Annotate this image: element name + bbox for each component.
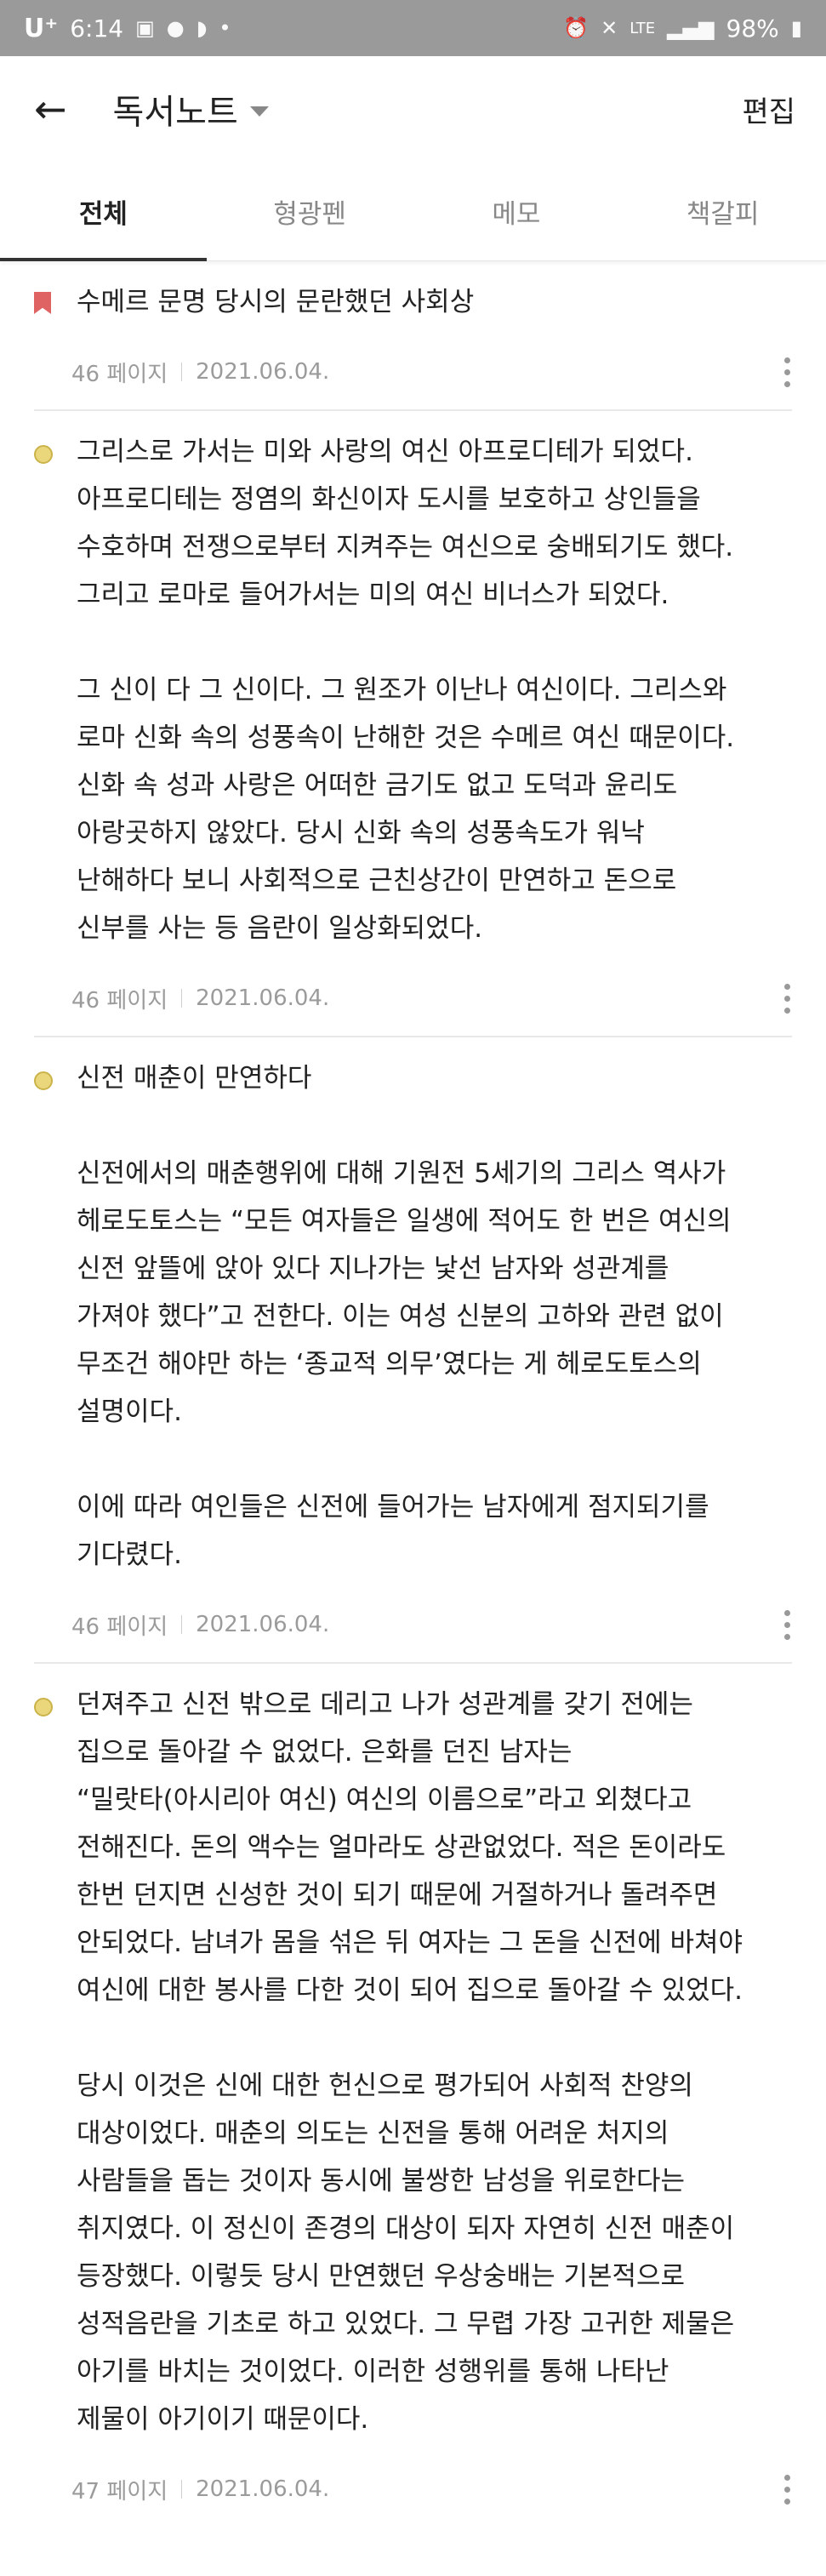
time-label: 6:14 — [70, 14, 124, 43]
dropdown-caret-icon — [249, 106, 269, 117]
meta-divider — [181, 1615, 183, 1634]
page-title: 독서노트 — [112, 93, 238, 132]
more-vertical-icon[interactable] — [777, 1609, 797, 1640]
note-date: 2021.06.04. — [196, 1612, 330, 1637]
note-meta: 46 페이지 2021.06.04. — [34, 1587, 792, 1662]
note-date: 2021.06.04. — [196, 2476, 330, 2502]
note-date: 2021.06.04. — [196, 359, 330, 385]
gallery-notification-icon: ▣ — [135, 16, 155, 40]
note-page: 47 페이지 — [71, 2478, 168, 2505]
note-item[interactable]: 던져주고 신전 밖으로 데리고 나가 성관계를 갖기 전에는 집으로 돌아갈 수… — [34, 1664, 792, 2527]
status-right: ⏰ ✕ LTE ▂▄▆ 98% ▮ — [563, 14, 802, 43]
highlight-dot-icon — [34, 1071, 53, 1090]
mute-icon: ✕ — [601, 16, 618, 40]
highlight-dot-icon — [34, 445, 53, 464]
note-body: 그리스로 가서는 미와 사랑의 여신 아프로디테가 되었다. 아프로디테는 정염… — [34, 428, 792, 952]
note-body: 신전 매춘이 만연하다 신전에서의 매춘행위에 대해 기원전 5세기의 그리스 … — [34, 1054, 792, 1579]
note-meta-info: 47 페이지 2021.06.04. — [71, 2474, 329, 2505]
tab-bar: 전체 형광펜 메모 책갈피 — [0, 162, 826, 261]
more-vertical-icon[interactable] — [777, 357, 797, 387]
note-item[interactable]: 수메르 문명 당시의 문란했던 사회상 46 페이지 2021.06.04. — [34, 261, 792, 411]
network-label: LTE — [629, 19, 656, 37]
note-text: 수메르 문명 당시의 문란했던 사회상 — [77, 287, 475, 317]
app-bar: ← 독서노트 편집 — [0, 56, 826, 162]
signal-icon: ▂▄▆ — [667, 16, 715, 40]
note-marker — [34, 1681, 70, 1716]
note-page: 46 페이지 — [71, 987, 168, 1014]
status-left: U⁺ 6:14 ▣ ● ◗ • — [24, 14, 231, 43]
tab-memo[interactable]: 메모 — [413, 162, 620, 260]
tab-highlighter[interactable]: 형광펜 — [207, 162, 413, 260]
status-bar: U⁺ 6:14 ▣ ● ◗ • ⏰ ✕ LTE ▂▄▆ 98% ▮ — [0, 0, 826, 56]
battery-icon: ▮ — [790, 16, 802, 40]
note-text: 그리스로 가서는 미와 사랑의 여신 아프로디테가 되었다. 아프로디테는 정염… — [77, 437, 735, 944]
back-arrow-icon[interactable]: ← — [34, 89, 67, 129]
note-text: 신전 매춘이 만연하다 신전에서의 매춘행위에 대해 기원전 5세기의 그리스 … — [77, 1063, 732, 1570]
note-page: 46 페이지 — [71, 1614, 168, 1640]
alarm-icon: ⏰ — [563, 16, 590, 40]
note-text: 던져주고 신전 밖으로 데리고 나가 성관계를 갖기 전에는 집으로 돌아갈 수… — [77, 1689, 743, 2435]
meta-divider — [181, 2480, 183, 2499]
battery-label: 98% — [726, 14, 779, 43]
note-list: 수메르 문명 당시의 문란했던 사회상 46 페이지 2021.06.04. 그… — [0, 261, 826, 2527]
bookmark-icon — [34, 292, 51, 314]
note-meta-info: 46 페이지 2021.06.04. — [71, 1609, 329, 1641]
note-item[interactable]: 신전 매춘이 만연하다 신전에서의 매춘행위에 대해 기원전 5세기의 그리스 … — [34, 1037, 792, 1664]
title-dropdown[interactable]: 독서노트 — [113, 84, 269, 134]
meta-divider — [181, 989, 183, 1008]
talk-notification-icon: ● — [166, 16, 185, 40]
tab-bookmark[interactable]: 책갈피 — [619, 162, 826, 260]
edit-button[interactable]: 편집 — [742, 89, 795, 130]
note-item[interactable]: 그리스로 가서는 미와 사랑의 여신 아프로디테가 되었다. 아프로디테는 정염… — [34, 411, 792, 1037]
highlight-dot-icon — [34, 1698, 53, 1716]
more-notifications-icon: • — [219, 16, 231, 40]
note-meta-info: 46 페이지 2021.06.04. — [71, 357, 329, 388]
app-bar-left: ← 독서노트 — [34, 84, 269, 134]
note-meta-info: 46 페이지 2021.06.04. — [71, 983, 329, 1014]
note-marker — [34, 1054, 70, 1090]
note-marker — [34, 428, 70, 464]
note-meta: 47 페이지 2021.06.04. — [34, 2452, 792, 2527]
d-app-notification-icon: ◗ — [196, 16, 208, 40]
note-meta: 46 페이지 2021.06.04. — [34, 334, 792, 409]
carrier-label: U⁺ — [24, 13, 59, 43]
more-vertical-icon[interactable] — [777, 983, 797, 1014]
note-page: 46 페이지 — [71, 361, 168, 387]
note-meta: 46 페이지 2021.06.04. — [34, 961, 792, 1036]
note-body: 던져주고 신전 밖으로 데리고 나가 성관계를 갖기 전에는 집으로 돌아갈 수… — [34, 1681, 792, 2443]
meta-divider — [181, 363, 183, 381]
tab-all[interactable]: 전체 — [0, 162, 207, 261]
more-vertical-icon[interactable] — [777, 2474, 797, 2505]
note-date: 2021.06.04. — [196, 985, 330, 1011]
note-body: 수메르 문명 당시의 문란했던 사회상 — [34, 278, 792, 326]
note-marker — [34, 278, 70, 314]
